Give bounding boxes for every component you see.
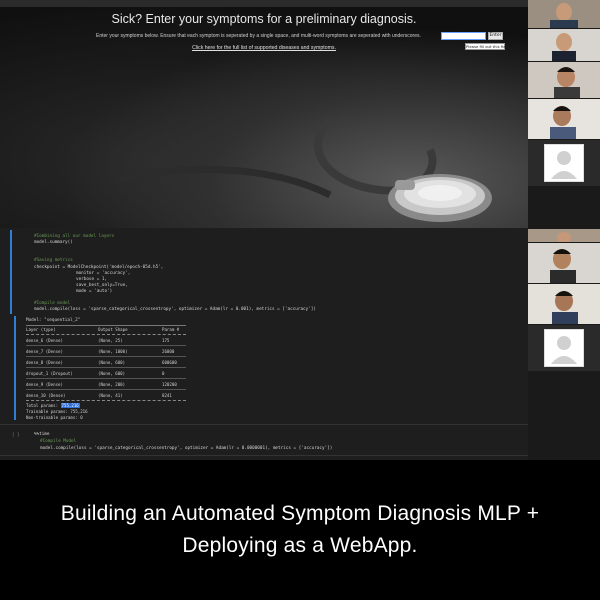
default-avatar-icon bbox=[551, 151, 577, 179]
enter-button[interactable]: Enter bbox=[488, 32, 503, 40]
table-cell: dense_6 (Dense) bbox=[26, 338, 63, 343]
table-cell: 120200 bbox=[162, 382, 177, 387]
browser-address-bar bbox=[0, 0, 528, 7]
trainable-params: Trainable params: 755,216 bbox=[26, 409, 88, 414]
total-params-label: Total params: 755,216 bbox=[26, 403, 80, 408]
person-icon bbox=[528, 29, 600, 61]
avatar bbox=[544, 144, 584, 182]
participant-video[interactable] bbox=[528, 99, 600, 139]
row-separator bbox=[26, 356, 186, 357]
table-cell: 175 bbox=[162, 338, 170, 343]
person-icon bbox=[528, 243, 600, 283]
row-separator bbox=[26, 345, 186, 346]
table-cell: dense_7 (Dense) bbox=[26, 349, 63, 354]
code-comment: #Compile Model bbox=[40, 439, 77, 444]
table-cell: (None, 1000) bbox=[98, 349, 128, 354]
non-trainable-params: Non-trainable params: 0 bbox=[26, 415, 83, 420]
table-cell: dense_8 (Dense) bbox=[26, 360, 63, 365]
table-cell: 600600 bbox=[162, 360, 177, 365]
cell-accent-bar bbox=[10, 230, 12, 314]
model-name: Model: "sequential_2" bbox=[26, 318, 81, 323]
code-line: mode = 'auto') bbox=[76, 289, 113, 294]
person-icon bbox=[528, 284, 600, 324]
code-comment: #Saving metrics bbox=[34, 258, 73, 263]
table-cell: dense_10 (Dense) bbox=[26, 393, 66, 398]
video-caption: Building an Automated Symptom Diagnosis … bbox=[0, 460, 600, 600]
symptom-input[interactable] bbox=[441, 32, 486, 40]
webapp-screenshot: Sick? Enter your symptoms for a prelimin… bbox=[0, 0, 528, 228]
summary-separator bbox=[26, 334, 186, 335]
full-list-link[interactable]: Click here for the full list of supporte… bbox=[0, 45, 528, 51]
header-layer: Layer (type) bbox=[26, 327, 56, 332]
cell-divider bbox=[0, 455, 528, 456]
code-line: model.compile(loss = 'sparse_categorical… bbox=[34, 307, 316, 312]
code-line: verbose = 1, bbox=[76, 277, 108, 282]
person-icon bbox=[528, 62, 600, 98]
summary-separator bbox=[26, 325, 186, 326]
participant-avatar-tile[interactable] bbox=[528, 325, 600, 371]
row-separator bbox=[26, 389, 186, 390]
table-cell: dropout_1 (Dropout) bbox=[26, 371, 73, 376]
code-comment: #Combining all our model layers bbox=[34, 234, 115, 239]
default-avatar-icon bbox=[551, 336, 577, 364]
code-line: monitor = 'accuracy', bbox=[76, 271, 131, 276]
participant-video[interactable] bbox=[528, 284, 600, 324]
participant-video[interactable] bbox=[528, 0, 600, 28]
participant-video[interactable] bbox=[528, 228, 600, 242]
participant-video[interactable] bbox=[528, 62, 600, 98]
page-title: Sick? Enter your symptoms for a prelimin… bbox=[111, 12, 417, 26]
table-cell: (None, 600) bbox=[98, 360, 126, 365]
row-separator bbox=[26, 367, 186, 368]
total-params-text: Total params: bbox=[26, 403, 59, 408]
instructions-text: Enter your symptoms below. Ensure that e… bbox=[96, 33, 421, 39]
table-cell: (None, 600) bbox=[98, 371, 126, 376]
table-cell: 8241 bbox=[162, 393, 172, 398]
participant-video[interactable] bbox=[528, 243, 600, 283]
code-line: %%time bbox=[34, 432, 50, 437]
table-cell: (None, 200) bbox=[98, 382, 126, 387]
output-accent-bar bbox=[14, 316, 16, 420]
caption-line-1: Building an Automated Symptom Diagnosis … bbox=[60, 502, 540, 525]
summary-separator bbox=[26, 400, 186, 401]
table-cell: dense_9 (Dense) bbox=[26, 382, 63, 387]
code-line: model.compile(loss = 'sparse_categorical… bbox=[40, 446, 333, 451]
code-line: save_best_only=True, bbox=[76, 283, 128, 288]
cell-prompt[interactable]: [ ] bbox=[12, 432, 19, 437]
code-comment: #Compile model bbox=[34, 301, 71, 306]
person-icon bbox=[528, 99, 600, 139]
code-line: checkpoint = ModelCheckpoint('model/epoc… bbox=[34, 265, 164, 270]
header-params: Param # bbox=[162, 327, 180, 332]
participant-video[interactable] bbox=[528, 29, 600, 61]
video-call-participants bbox=[528, 0, 600, 460]
person-icon bbox=[528, 229, 600, 242]
person-icon bbox=[528, 0, 600, 28]
header-shape: Output Shape bbox=[98, 327, 128, 332]
row-separator bbox=[26, 378, 186, 379]
table-cell: 26000 bbox=[162, 349, 175, 354]
table-cell: (None, 41) bbox=[98, 393, 123, 398]
caption-line-2: Deploying as a WebApp. bbox=[182, 534, 418, 557]
cell-divider bbox=[0, 424, 528, 425]
jupyter-notebook: #Combining all our model layers model.su… bbox=[0, 228, 528, 460]
table-cell: (None, 25) bbox=[98, 338, 123, 343]
total-params-value: 755,216 bbox=[60, 403, 80, 408]
participant-avatar-tile[interactable] bbox=[528, 140, 600, 186]
avatar bbox=[544, 329, 584, 367]
table-cell: 0 bbox=[162, 371, 165, 376]
code-line: model.summary() bbox=[34, 240, 73, 245]
